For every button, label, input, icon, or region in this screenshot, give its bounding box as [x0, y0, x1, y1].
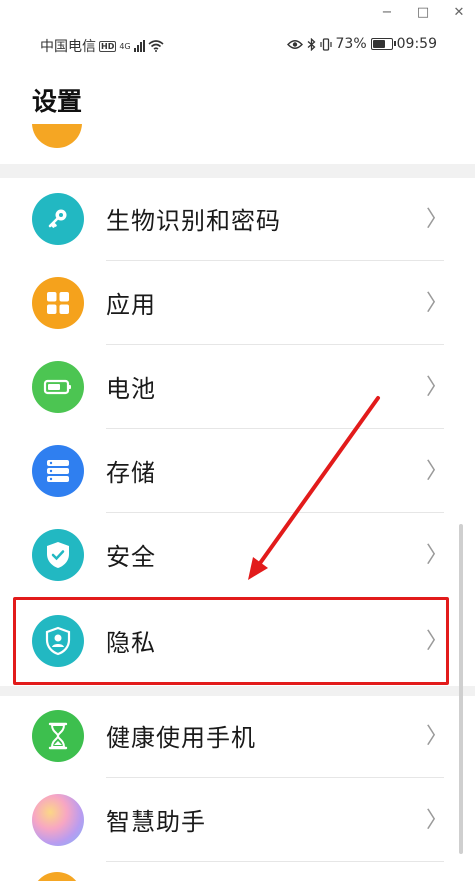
network-type: 4G [119, 41, 131, 51]
item-label: 健康使用手机 [106, 724, 256, 752]
chevron-right-icon: 〉 [426, 291, 449, 316]
smart-assistant-icon [32, 794, 84, 846]
settings-item-biometrics[interactable]: 生物识别和密码 〉 [0, 177, 460, 261]
settings-item-storage[interactable]: 存储 〉 [0, 429, 460, 513]
section-divider [0, 164, 475, 178]
chevron-right-icon: 〉 [426, 375, 449, 400]
chevron-right-icon: 〉 [426, 808, 449, 833]
window-titlebar: − □ ✕ [0, 0, 475, 26]
chevron-right-icon: 〉 [426, 724, 449, 749]
page-title: 设置 [32, 87, 83, 116]
shield-check-icon [32, 529, 84, 581]
settings-item-apps[interactable]: 应用 〉 [0, 261, 460, 345]
battery-icon [32, 361, 84, 413]
wifi-icon [148, 40, 164, 52]
item-label: 存储 [106, 459, 156, 487]
item-label: 智慧助手 [106, 808, 206, 836]
item-label: 电池 [106, 375, 156, 403]
scrollbar[interactable] [459, 524, 463, 854]
status-bar: 中国电信 HD 4G 73% 09:59 [0, 26, 475, 62]
close-button[interactable]: ✕ [450, 4, 468, 22]
settings-item-smart-assistant[interactable]: 智慧助手 〉 [0, 778, 460, 862]
partial-item-icon [32, 872, 82, 881]
chevron-right-icon: 〉 [426, 543, 449, 568]
bluetooth-icon [307, 37, 315, 51]
chevron-right-icon: 〉 [426, 207, 449, 232]
battery-percent: 73% [335, 36, 367, 52]
divider [106, 861, 444, 862]
hd-badge: HD [99, 40, 117, 52]
storage-icon [32, 445, 84, 497]
partial-item-icon [32, 124, 82, 150]
minimize-button[interactable]: − [378, 4, 396, 22]
settings-item-battery[interactable]: 电池 〉 [0, 345, 460, 429]
signal-icon [133, 40, 145, 52]
clock: 09:59 [396, 36, 437, 52]
settings-item-digital-balance[interactable]: 健康使用手机 〉 [0, 694, 460, 778]
highlight-box [13, 597, 449, 685]
item-label: 安全 [106, 543, 156, 571]
settings-item-security[interactable]: 安全 〉 [0, 513, 460, 597]
hourglass-icon [32, 710, 84, 762]
key-icon [32, 193, 84, 245]
item-label: 应用 [106, 291, 156, 319]
apps-icon [32, 277, 84, 329]
maximize-button[interactable]: □ [414, 4, 432, 22]
battery-status-icon [370, 38, 396, 50]
item-label: 生物识别和密码 [106, 207, 281, 235]
chevron-right-icon: 〉 [426, 459, 449, 484]
vibrate-icon [319, 37, 332, 51]
carrier-name: 中国电信 [40, 39, 96, 55]
eye-comfort-icon [286, 39, 303, 49]
